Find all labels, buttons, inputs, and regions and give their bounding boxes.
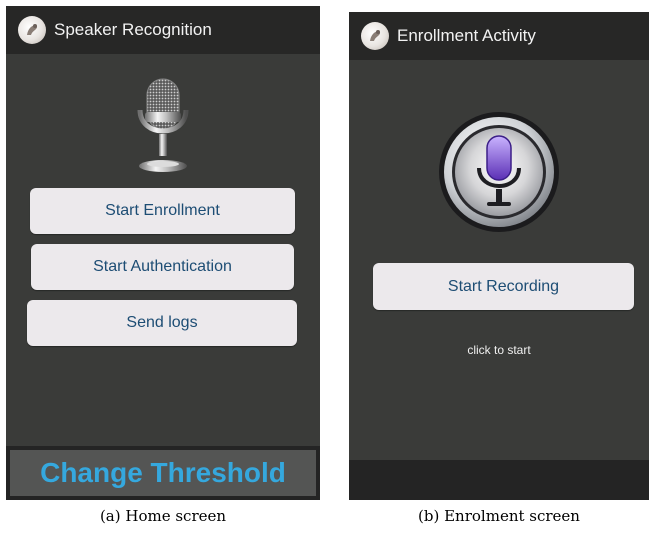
home-title: Speaker Recognition <box>54 20 212 39</box>
app-logo-icon <box>18 16 46 44</box>
enrolment-action-bar: Enrollment Activity <box>349 12 649 60</box>
enrolment-bottom-bar <box>349 460 649 500</box>
microphone-icon <box>137 78 189 172</box>
home-screen-caption: (a) Home screen <box>99 507 227 525</box>
enrolment-title: Enrollment Activity <box>397 26 536 45</box>
siri-microphone-icon[interactable] <box>437 110 561 234</box>
microphone-area <box>6 76 320 176</box>
home-action-bar: Speaker Recognition <box>6 6 320 54</box>
home-bottom-bar: Change Threshold <box>6 446 320 500</box>
start-recording-button[interactable]: Start Recording <box>373 263 634 310</box>
enrolment-screen: Enrollment Activity Start Recording clic… <box>349 12 649 500</box>
record-microphone-area <box>349 110 649 234</box>
start-enrollment-button[interactable]: Start Enrollment <box>30 188 295 234</box>
app-logo-icon <box>361 22 389 50</box>
change-threshold-button[interactable]: Change Threshold <box>10 450 316 496</box>
send-logs-button[interactable]: Send logs <box>27 300 297 346</box>
start-authentication-button[interactable]: Start Authentication <box>31 244 294 290</box>
recording-status-text: click to start <box>467 343 531 357</box>
home-screen: Speaker Recognition Start Enrollment Sta… <box>6 6 320 500</box>
enrolment-screen-caption: (b) Enrolment screen <box>418 507 580 525</box>
